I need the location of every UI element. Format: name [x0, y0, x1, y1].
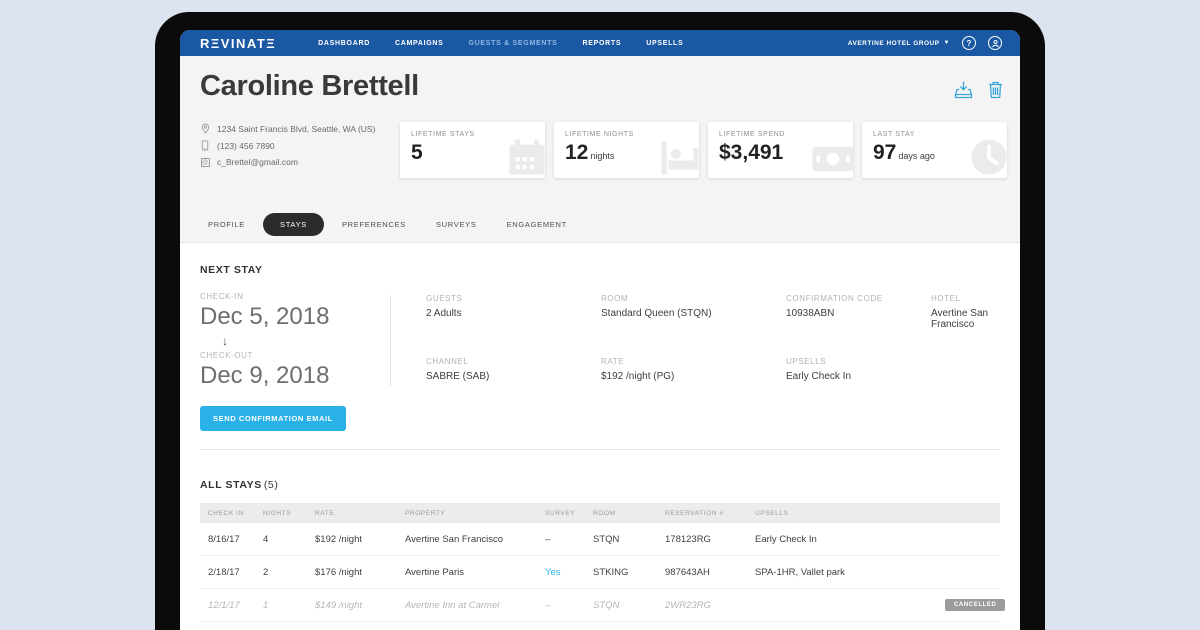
guest-address: 1234 Saint Francis Blvd, Seattle, WA (US…: [217, 123, 376, 134]
guest-email: c_Brettel@gmail.com: [217, 157, 298, 167]
arrow-down-icon: ↓: [222, 333, 228, 348]
nav-item-reports[interactable]: REPORTS: [582, 40, 621, 47]
stat-card-lifetime-nights: LIFETIME NIGHTS 12 nights: [554, 122, 699, 178]
field-upsells: UPSELLS Early Check In: [786, 357, 852, 382]
nav-item-guests-segments[interactable]: GUESTS & SEGMENTS: [469, 40, 558, 47]
bed-icon: [658, 138, 699, 178]
tab-profile[interactable]: PROFILE: [196, 213, 257, 236]
account-dropdown[interactable]: AVERTINE HOTEL GROUP ▼: [848, 40, 950, 47]
check-in-date: Dec 5, 2018: [200, 303, 330, 330]
table-row[interactable]: 8/16/17 4 $192 /night Avertine San Franc…: [200, 523, 1000, 557]
help-icon[interactable]: ?: [962, 36, 976, 50]
nav-item-upsells[interactable]: UPSELLS: [646, 40, 683, 47]
survey-yes-link[interactable]: Yes: [545, 567, 593, 578]
profile-tabs: PROFILE STAYS PREFERENCES SURVEYS ENGAGE…: [196, 213, 579, 236]
stays-content: NEXT STAY CHECK-IN Dec 5, 2018 ↓ CHECK-O…: [180, 243, 1020, 630]
all-stays-title: ALL STAYS (5): [200, 479, 279, 492]
contact-info: 1234 Saint Francis Blvd, Seattle, WA (US…: [200, 123, 375, 167]
account-label: AVERTINE HOTEL GROUP: [847, 39, 940, 47]
email-icon: @: [200, 157, 210, 167]
field-channel: CHANNEL SABRE (SAB): [426, 357, 490, 382]
nav-menu: DASHBOARD CAMPAIGNS GUESTS & SEGMENTS RE…: [318, 40, 683, 47]
guest-phone-row: (123) 456 7890: [200, 140, 375, 151]
table-row[interactable]: 10/6/16 2 $145 /night Avertine San Franc…: [200, 622, 1000, 630]
field-hotel: HOTEL Avertine San Francisco: [931, 294, 989, 330]
clock-icon: [968, 136, 1007, 178]
profile-icon[interactable]: [988, 36, 1002, 50]
field-confirmation-code: CONFIRMATION CODE 10938ABN: [786, 294, 883, 319]
calendar-icon: [506, 136, 545, 178]
guest-phone: (123) 456 7890: [217, 140, 275, 151]
next-stay-title: NEXT STAY: [200, 264, 263, 276]
table-row[interactable]: 2/18/17 2 $176 /night Avertine Paris Yes…: [200, 556, 1000, 590]
next-stay-fields: GUESTS 2 Adults ROOM Standard Queen (STQ…: [391, 292, 1000, 389]
table-row-cancelled[interactable]: 12/1/17 1 $149 /night Avertine Inn at Ca…: [200, 589, 1006, 623]
stat-card-last-stay: LAST STAY 97 days ago: [862, 122, 1007, 178]
field-rate: RATE $192 /night (PG): [601, 357, 675, 382]
cancelled-badge: CANCELLED: [945, 599, 1006, 612]
export-guest-icon[interactable]: [954, 80, 973, 99]
next-stay-dates: CHECK-IN Dec 5, 2018 ↓ CHECK-OUT Dec 9, …: [200, 292, 390, 389]
stat-cards: LIFETIME STAYS 5 LIFETIME NIGHTS 12 nigh…: [400, 122, 1007, 178]
stat-card-lifetime-spend: LIFETIME SPEND $3,491: [708, 122, 853, 178]
next-stay-section: NEXT STAY CHECK-IN Dec 5, 2018 ↓ CHECK-O…: [200, 243, 1000, 432]
nav-item-dashboard[interactable]: DASHBOARD: [318, 40, 370, 47]
field-room: ROOM Standard Queen (STQN): [601, 294, 712, 319]
guest-email-row: @ c_Brettel@gmail.com: [200, 157, 375, 167]
send-confirmation-email-button[interactable]: SEND CONFIRMATION EMAIL: [200, 406, 346, 432]
table-header-row: CHECK IN NIGHTS RATE PROPERTY SURVEY ROO…: [200, 503, 1000, 524]
nav-item-campaigns[interactable]: CAMPAIGNS: [395, 40, 444, 47]
chevron-down-icon: ▼: [943, 40, 950, 46]
check-out-label: CHECK-OUT: [200, 350, 253, 360]
phone-icon: [200, 140, 210, 151]
all-stays-count: (5): [263, 479, 279, 492]
device-frame: RΞVINATΞ DASHBOARD CAMPAIGNS GUESTS & SE…: [155, 12, 1045, 630]
all-stays-section: ALL STAYS (5) CHECK IN NIGHTS RATE PROPER…: [200, 479, 1006, 630]
field-guests: GUESTS 2 Adults: [426, 294, 463, 319]
app-window: RΞVINATΞ DASHBOARD CAMPAIGNS GUESTS & SE…: [180, 30, 1020, 630]
guest-header: Caroline Brettell 1234 Saint Francis Blv…: [180, 56, 1020, 243]
tab-stays[interactable]: STAYS: [263, 213, 324, 236]
stat-card-lifetime-stays: LIFETIME STAYS 5: [400, 122, 545, 178]
money-icon: [810, 140, 853, 178]
section-divider: [200, 449, 1000, 451]
page-title: Caroline Brettell: [200, 70, 419, 102]
guest-address-row: 1234 Saint Francis Blvd, Seattle, WA (US…: [200, 123, 375, 134]
delete-guest-icon[interactable]: [987, 80, 1004, 99]
tab-preferences[interactable]: PREFERENCES: [330, 213, 418, 236]
stat-label: LIFETIME NIGHTS: [565, 131, 634, 138]
tab-surveys[interactable]: SURVEYS: [424, 213, 489, 236]
stat-label: LIFETIME SPEND: [719, 131, 785, 138]
location-pin-icon: [200, 123, 210, 134]
revinate-logo: RΞVINATΞ: [200, 35, 277, 51]
check-out-date: Dec 9, 2018: [200, 361, 330, 389]
check-in-label: CHECK-IN: [200, 292, 244, 301]
stays-table: CHECK IN NIGHTS RATE PROPERTY SURVEY ROO…: [200, 503, 1006, 630]
top-nav: RΞVINATΞ DASHBOARD CAMPAIGNS GUESTS & SE…: [180, 30, 1020, 56]
page-background: RΞVINATΞ DASHBOARD CAMPAIGNS GUESTS & SE…: [0, 0, 1200, 630]
tab-engagement[interactable]: ENGAGEMENT: [495, 213, 579, 236]
